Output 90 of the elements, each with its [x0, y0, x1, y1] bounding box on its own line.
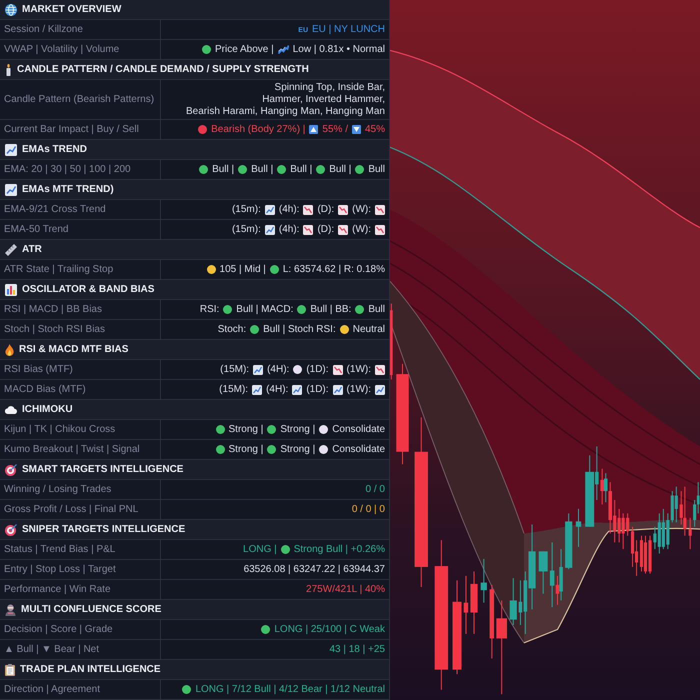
- section-title: EMAs MTF TREND): [22, 184, 114, 195]
- target-icon: [5, 464, 17, 476]
- value-text: Consolidate: [332, 424, 385, 435]
- value-text: Bull | BB:: [310, 304, 352, 315]
- value-text: 105 | Mid |: [220, 264, 266, 275]
- rising-chart-icon: [5, 144, 17, 156]
- value-text: (4h):: [278, 204, 300, 215]
- value-text: Price Above |: [215, 44, 274, 55]
- value-text: (4H):: [266, 384, 288, 395]
- section-title: OSCILLATOR & BAND BIAS: [22, 284, 154, 295]
- value-text: Neutral: [352, 324, 385, 335]
- value-text: Bull: [368, 304, 385, 315]
- value-text: Consolidate: [332, 444, 385, 455]
- bearish-candle: [470, 570, 478, 634]
- value-text: L: 63574.62 | R: 0.18%: [282, 264, 385, 275]
- value-text: Bull | MACD:: [236, 304, 294, 315]
- bullish-candle: [480, 558, 487, 604]
- value-text: LONG |: [243, 544, 277, 555]
- value-text: (W):: [352, 204, 371, 215]
- value-text: (1W):: [346, 384, 371, 395]
- value-text: Bull |: [329, 164, 352, 175]
- bullish-candle: [510, 578, 517, 626]
- value-text: (1D):: [306, 384, 329, 395]
- value-text: 63526.08 | 63247.22 | 63944.37: [244, 564, 385, 575]
- bearish-candle: [688, 517, 692, 550]
- ruler-icon: [5, 244, 17, 256]
- bearish-candle: [464, 575, 468, 634]
- value-text: (4h):: [278, 224, 300, 235]
- section-title: ATR: [22, 244, 42, 255]
- value-text: LONG | 7/12 Bull | 4/12 Bear | 1/12 Neutral: [195, 684, 385, 695]
- value-text: 55% /: [322, 124, 348, 135]
- value-text: (4H):: [267, 364, 290, 375]
- value-text: EU | NY LUNCH: [312, 24, 385, 35]
- section-title: MULTI CONFLUENCE SCORE: [21, 604, 162, 615]
- bullish-candle: [604, 472, 608, 503]
- cloud-icon: [5, 406, 17, 414]
- section-title: CANDLE PATTERN / CANDLE DEMAND / SUPPLY STRENGTH: [17, 64, 309, 75]
- value-text: (15m):: [232, 224, 261, 235]
- value-text: Bull |: [212, 164, 234, 175]
- value-text: 45%: [364, 124, 385, 135]
- value-text: (15m):: [232, 204, 261, 215]
- clipboard-icon: [5, 664, 15, 676]
- value-text: Bull | Stoch RSI:: [263, 324, 336, 335]
- value-text: (D):: [317, 204, 334, 215]
- value-text: Bull |: [251, 164, 274, 175]
- value-text: (15M):: [220, 364, 250, 375]
- value-text: Bearish (Body 27%) |: [211, 124, 306, 135]
- value-text: Low | 0.81x • Normal: [292, 44, 385, 55]
- globe-icon: [5, 4, 17, 16]
- candle-pattern-text: Spinning Top, Inside Bar, Hammer, Inverted Hammer, Bearish Harami, Hanging Man, Hanging Man: [186, 82, 385, 118]
- section-title: RSI & MACD MTF BIAS: [19, 344, 128, 355]
- section-title: ICHIMOKU: [22, 404, 73, 415]
- bullish-candle: [550, 542, 554, 608]
- section-title: MARKET OVERVIEW: [22, 4, 122, 15]
- value-text: Strong |: [228, 444, 264, 455]
- value-text: (1W):: [346, 364, 371, 375]
- value-text: (1D):: [306, 364, 329, 375]
- value-text: RSI:: [200, 304, 220, 315]
- value-text: Strong |: [280, 424, 316, 435]
- value-text: 0 / 0: [366, 484, 385, 495]
- section-title: EMAs TREND: [22, 144, 88, 155]
- value-text: Bull |: [290, 164, 312, 175]
- value-text: (W):: [352, 224, 371, 235]
- person-icon: [5, 604, 16, 616]
- value-text: Stoch:: [218, 324, 246, 335]
- value-text: 43 | 18 | +25: [329, 644, 385, 655]
- value-text: Bull: [368, 164, 385, 175]
- value-text: Strong |: [280, 444, 316, 455]
- flame-icon: [5, 344, 14, 356]
- bar-chart-icon: [5, 284, 17, 296]
- bearish-candle: [556, 575, 560, 606]
- value-text: (D):: [317, 224, 334, 235]
- zigzag-chart-icon: [278, 45, 289, 54]
- section-title: SMART TARGETS INTELLIGENCE: [22, 464, 184, 475]
- bullish-candle: [538, 550, 548, 594]
- value-text: (15M):: [219, 384, 248, 395]
- value-text: 275W/421L | 40%: [306, 584, 385, 595]
- bullish-candle: [559, 548, 563, 601]
- target-icon: [5, 524, 17, 536]
- bullish-candle: [565, 512, 572, 570]
- section-title: TRADE PLAN INTELLIGENCE: [20, 664, 161, 675]
- section-title: SNIPER TARGETS INTELLIGENCE: [22, 524, 186, 535]
- rising-chart-icon: [5, 184, 17, 196]
- bearish-candle: [600, 468, 604, 505]
- value-text: Strong |: [228, 424, 264, 435]
- candle-icon: [5, 64, 12, 76]
- bullish-candle: [576, 508, 582, 548]
- value-text: Strong Bull | +0.26%: [294, 544, 385, 555]
- value-text: 0 / 0 | 0: [352, 504, 385, 515]
- value-text: LONG | 25/100 | C Weak: [274, 624, 385, 635]
